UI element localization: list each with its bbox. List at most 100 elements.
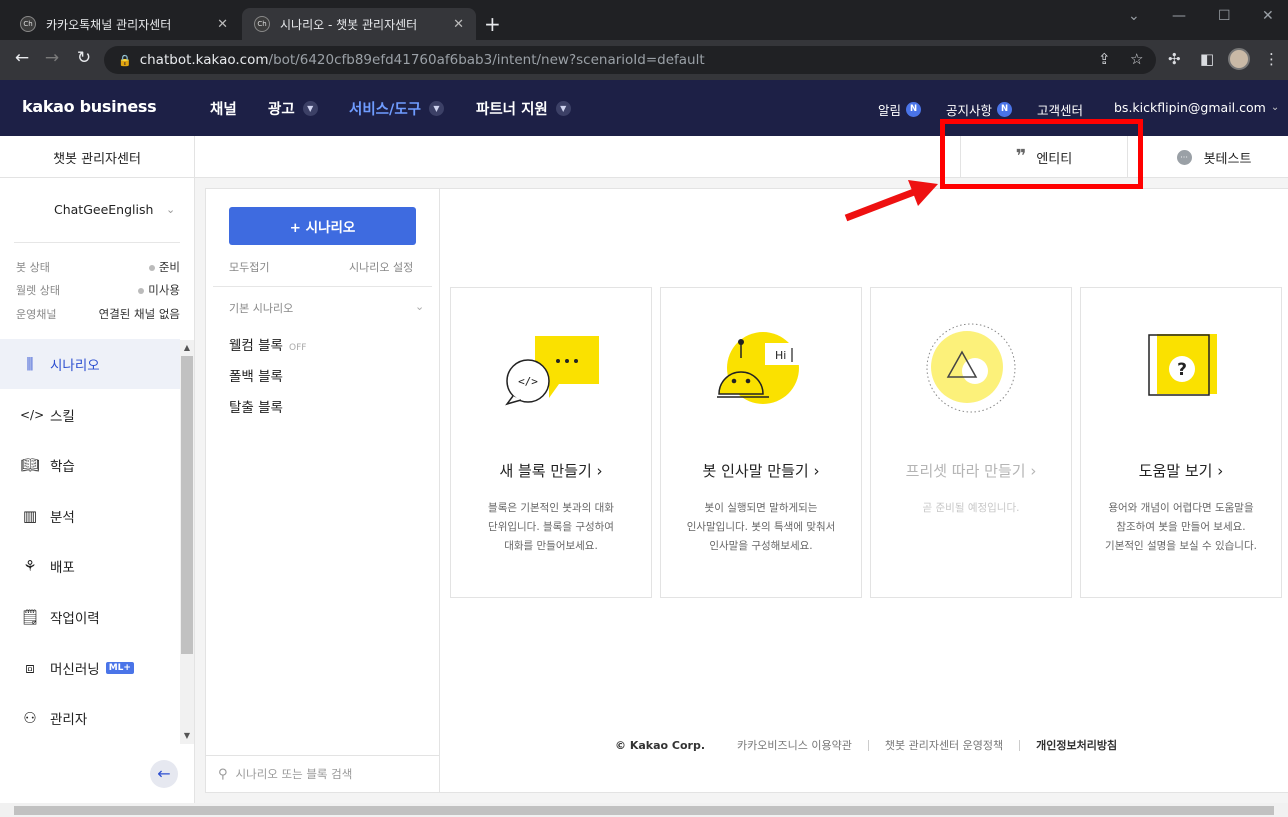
highlight-box — [940, 119, 1143, 189]
profile-avatar[interactable] — [1228, 48, 1250, 70]
support-link[interactable]: 고객센터 — [1037, 100, 1083, 119]
bot-greeting-card[interactable]: Hi 봇 인사말 만들기 › 봇이 실행되면 말하게되는 인사말입니다. 봇의 … — [660, 287, 862, 598]
scenario-search-input[interactable]: ⚲ 시나리오 또는 블록 검색 — [206, 755, 439, 792]
star-icon[interactable]: ☆ — [1130, 50, 1143, 68]
scenario-settings-link[interactable]: 시나리오 설정 — [349, 259, 413, 275]
new-tab-plus-icon[interactable]: + — [484, 12, 501, 36]
collapse-sidebar-arrow-icon[interactable]: ← — [150, 760, 178, 788]
sidebar-item-label: 분석 — [50, 510, 75, 526]
horizontal-scroll-thumb[interactable] — [14, 806, 1274, 815]
chevron-down-icon: ⌄ — [166, 202, 176, 216]
close-icon[interactable]: ✕ — [217, 17, 228, 32]
policy-link[interactable]: 챗봇 관리자센터 운영정책 — [885, 737, 1003, 753]
channel-favicon-icon: Ch — [254, 16, 270, 32]
window-close-icon[interactable]: ✕ — [1262, 8, 1274, 24]
exit-block[interactable]: 탈출 블록 — [229, 396, 283, 416]
divider — [867, 739, 869, 751]
kakao-business-logo[interactable]: kakao business — [22, 97, 157, 116]
sidebar-scroll-thumb[interactable] — [181, 356, 193, 654]
terms-link[interactable]: 카카오비즈니스 이용약관 — [737, 737, 852, 753]
svg-text:?: ? — [1177, 360, 1187, 380]
sidebar-item-deploy[interactable]: ⚘ 배포 — [0, 541, 180, 591]
reload-icon[interactable]: ↻ — [72, 48, 96, 68]
ml-plus-badge: ML+ — [105, 662, 134, 674]
sidebar-item-label: 학습 — [50, 459, 75, 475]
sidebar-item-skill[interactable]: </> 스킬 — [0, 390, 180, 440]
bot-test-tab[interactable]: ··· 봇테스트 — [1140, 136, 1288, 178]
collapse-all-link[interactable]: 모두접기 — [229, 259, 269, 275]
url-path: /bot/6420cfb89efd41760af6bab3/intent/new… — [268, 52, 705, 68]
sidebar-item-label: 작업이력 — [50, 611, 100, 627]
preset-card[interactable]: 프리셋 따라 만들기 › 곧 준비될 예정입니다. — [870, 287, 1072, 598]
browser-tab-active[interactable]: Ch 시나리오 - 챗봇 관리자센터 ✕ — [242, 8, 476, 40]
chevron-down-icon[interactable]: ⌄ — [415, 300, 424, 313]
divider — [213, 286, 432, 287]
svg-text:Hi: Hi — [775, 349, 786, 362]
sidebar-item-learning[interactable]: 📖︎ 학습 — [0, 440, 180, 490]
share-icon[interactable]: ⇪ — [1098, 50, 1111, 68]
browser-tab[interactable]: Ch 카카오톡채널 관리자센터 ✕ — [8, 8, 240, 40]
help-card[interactable]: ? 도움말 보기 › 용어와 개념이 어렵다면 도움말을 참조하여 봇을 만들어… — [1080, 287, 1282, 598]
maximize-icon[interactable]: ☐ — [1218, 8, 1231, 24]
red-arrow-icon — [844, 180, 938, 222]
card-description: 용어와 개념이 어렵다면 도움말을 참조하여 봇을 만들어 보세요. 기본적인 … — [1099, 499, 1263, 556]
search-placeholder: 시나리오 또는 블록 검색 — [235, 767, 353, 781]
search-icon: ⚲ — [218, 766, 228, 782]
desc-line: 인사말입니다. 봇의 특색에 맞춰서 — [686, 521, 836, 533]
forward-arrow-icon[interactable]: → — [40, 48, 64, 68]
nav-channel[interactable]: 채널 — [210, 98, 237, 119]
bot-selector[interactable]: ChatGeeEnglish ⌄ — [0, 192, 195, 226]
off-tag: OFF — [288, 343, 307, 353]
sidebar-item-label: 배포 — [50, 560, 75, 576]
nav-services-tools[interactable]: 서비스/도구 ▼ — [349, 98, 444, 119]
sidebar-item-label: 관리자 — [50, 712, 88, 728]
chat-bubble-icon: ··· — [1176, 149, 1192, 165]
notices-link[interactable]: 공지사항 N — [946, 100, 1013, 119]
nav-partner-support[interactable]: 파트너 지원 ▼ — [476, 98, 571, 119]
minimize-icon[interactable]: — — [1172, 8, 1186, 24]
scenario-panel — [205, 188, 440, 793]
desc-line: 곧 준비될 예정입니다. — [922, 502, 1020, 514]
side-panel-icon[interactable]: ◧ — [1200, 50, 1214, 68]
nav-ads[interactable]: 광고 ▼ — [268, 98, 318, 119]
sidebar-item-label: 스킬 — [50, 409, 75, 425]
fallback-block[interactable]: 폴백 블록 — [229, 365, 283, 385]
close-icon[interactable]: ✕ — [453, 17, 464, 32]
card-description: 봇이 실행되면 말하게되는 인사말입니다. 봇의 특색에 맞춰서 인사말을 구성… — [679, 499, 843, 556]
url-bar[interactable]: 🔒 chatbot.kakao.com/bot/6420cfb89efd4176… — [104, 46, 1156, 74]
desc-line: 용어와 개념이 어렵다면 도움말을 — [1108, 502, 1254, 514]
status-label: 운영채널 — [16, 308, 57, 321]
card-description: 블록은 기본적인 봇과의 대화 단위입니다. 블록을 구성하여 대화를 만들어보… — [469, 499, 633, 556]
status-value: 연결된 채널 없음 — [98, 307, 180, 321]
privacy-link[interactable]: 개인정보처리방침 — [1036, 737, 1117, 753]
sidebar-item-analytics[interactable]: ▥ 분석 — [0, 491, 180, 541]
bar-chart-icon: ▥ — [22, 507, 38, 525]
wallet-status-row: 월렛 상태 미사용 — [16, 282, 180, 298]
chevron-down-icon: ▼ — [302, 101, 318, 116]
lock-icon: 🔒 — [118, 53, 132, 67]
card-title: 프리셋 따라 만들기 › — [905, 462, 1037, 480]
welcome-block[interactable]: 웰컴 블록 OFF — [229, 334, 306, 354]
new-block-card[interactable]: </> 새 블록 만들기 › 블록은 기본적인 봇과의 대화 단위입니다. 블록… — [450, 287, 652, 598]
sidebar-item-scenario[interactable]: ⫼ 시나리오 — [0, 339, 180, 389]
svg-text:</>: </> — [518, 375, 538, 388]
sidebar-item-machine-learning[interactable]: ⧈ 머신러닝 ML+ — [0, 643, 180, 693]
chevron-down-icon[interactable]: ⌄ — [1128, 8, 1140, 24]
extensions-puzzle-icon[interactable]: ✣ — [1168, 50, 1181, 68]
nav-label: 파트너 지원 — [476, 102, 548, 118]
account-menu[interactable]: bs.kickflipin@gmail.com ⌄ — [1114, 100, 1279, 115]
alerts-label: 알림 — [878, 103, 902, 118]
sidebar-item-admin[interactable]: ⚇ 관리자 — [0, 693, 180, 743]
back-arrow-icon[interactable]: ← — [10, 48, 34, 68]
menu-kebab-icon[interactable]: ⋮ — [1264, 50, 1279, 68]
add-scenario-button[interactable]: + 시나리오 — [229, 207, 416, 245]
code-icon: </> — [20, 408, 45, 422]
user-gear-icon: ⚇ — [23, 709, 37, 727]
scenario-group-label[interactable]: 기본 시나리오 — [229, 300, 293, 316]
sidebar-item-history[interactable]: 🗒︎ 작업이력 — [0, 592, 180, 642]
alerts-link[interactable]: 알림 N — [878, 100, 922, 119]
scroll-up-icon[interactable]: ▲ — [180, 343, 194, 352]
status-dot-icon — [138, 287, 145, 294]
copyright: © Kakao Corp. — [615, 738, 706, 752]
scroll-down-icon[interactable]: ▼ — [180, 731, 194, 740]
